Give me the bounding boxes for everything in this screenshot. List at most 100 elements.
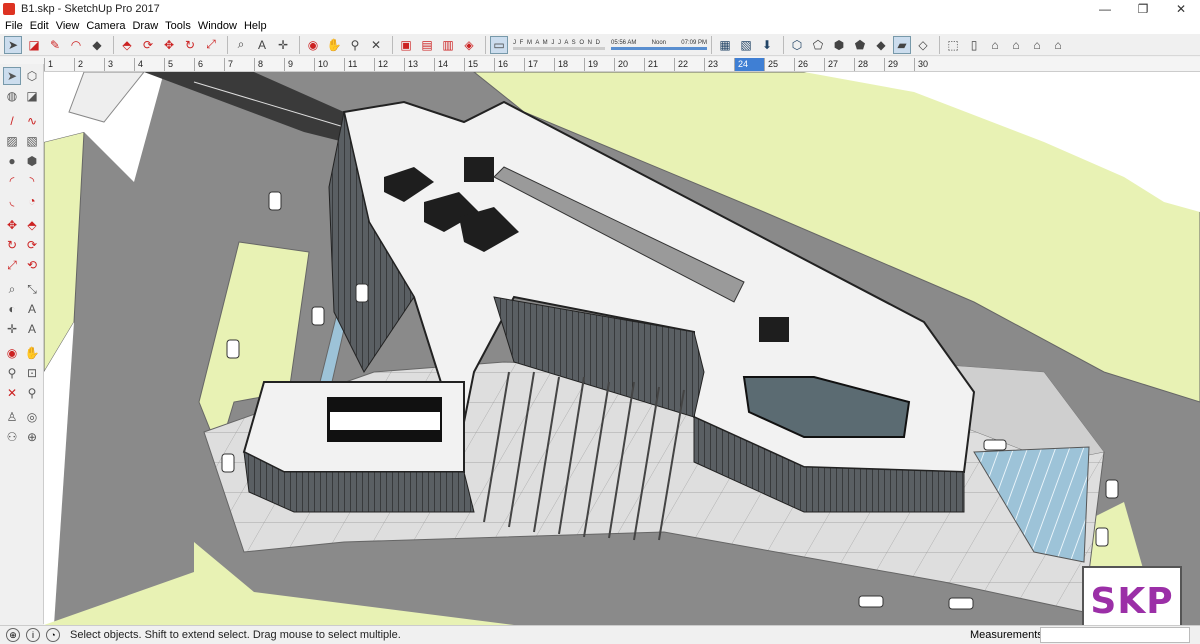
tape-measure-icon[interactable]: ⌕ bbox=[3, 280, 21, 298]
zoom-extents-icon[interactable]: ✕ bbox=[3, 384, 21, 402]
scale-icon[interactable]: ⤢ bbox=[3, 256, 21, 274]
scene-tab[interactable]: 30 bbox=[914, 57, 944, 71]
scene-tab[interactable]: 15 bbox=[464, 57, 494, 71]
previous-view-icon[interactable]: ⚲ bbox=[23, 384, 41, 402]
shaded-icon[interactable]: ◆ bbox=[872, 36, 890, 54]
push-pull-icon[interactable]: ⬘ bbox=[23, 216, 41, 234]
arc-icon[interactable]: ◜ bbox=[3, 172, 21, 190]
protractor-icon[interactable]: ◐ bbox=[3, 300, 21, 318]
line-icon[interactable]: / bbox=[3, 112, 21, 130]
scene-tab[interactable]: 8 bbox=[254, 57, 284, 71]
scene-tab[interactable]: 18 bbox=[554, 57, 584, 71]
menu-draw[interactable]: Draw bbox=[132, 20, 158, 32]
section-plane-icon[interactable]: ▦ bbox=[716, 36, 734, 54]
scene-tab[interactable]: 26 bbox=[794, 57, 824, 71]
scene-tab[interactable]: 20 bbox=[614, 57, 644, 71]
model-viewport[interactable] bbox=[44, 72, 1200, 625]
three-point-arc-icon[interactable]: ◟ bbox=[3, 192, 21, 210]
eraser-icon[interactable]: ◪ bbox=[25, 36, 43, 54]
rotate-tool-icon[interactable]: ↻ bbox=[181, 36, 199, 54]
close-button[interactable]: ✕ bbox=[1158, 0, 1200, 18]
push-pull-icon[interactable]: ⬘ bbox=[118, 36, 136, 54]
menu-tools[interactable]: Tools bbox=[165, 20, 191, 32]
section-cut-icon[interactable]: ⬇ bbox=[758, 36, 776, 54]
xray-style-icon[interactable]: ⬡ bbox=[788, 36, 806, 54]
two-point-arc-icon[interactable]: ◝ bbox=[23, 172, 41, 190]
dimension-icon[interactable]: ⤡ bbox=[23, 280, 41, 298]
warehouse-icon[interactable]: ▣ bbox=[397, 36, 415, 54]
follow-me-icon[interactable]: ⟳ bbox=[23, 236, 41, 254]
scene-tab[interactable]: 21 bbox=[644, 57, 674, 71]
share-model-icon[interactable]: ▤ bbox=[418, 36, 436, 54]
select-icon[interactable]: ➤ bbox=[3, 67, 21, 85]
rotated-rectangle-icon[interactable]: ▧ bbox=[23, 132, 41, 150]
scene-tab[interactable]: 11 bbox=[344, 57, 374, 71]
shape-tool-icon[interactable]: ◆ bbox=[88, 36, 106, 54]
scene-tab[interactable]: 29 bbox=[884, 57, 914, 71]
look-around-icon[interactable]: ◎ bbox=[23, 408, 41, 426]
orbit-icon[interactable]: ◉ bbox=[304, 36, 322, 54]
scene-tab[interactable]: 5 bbox=[164, 57, 194, 71]
pie-icon[interactable]: ◔ bbox=[23, 192, 41, 210]
eraser-icon[interactable]: ◪ bbox=[23, 87, 41, 105]
iso-view-icon[interactable]: ⬚ bbox=[944, 36, 962, 54]
line-tool-icon[interactable]: ✎ bbox=[46, 36, 64, 54]
circle-icon[interactable]: ● bbox=[3, 152, 21, 170]
move-icon[interactable]: ✥ bbox=[3, 216, 21, 234]
menu-camera[interactable]: Camera bbox=[86, 20, 125, 32]
back-view-icon[interactable]: ⌂ bbox=[1028, 36, 1046, 54]
shadow-month-slider[interactable]: J F M A M J J A S O N D bbox=[513, 39, 605, 50]
back-edges-icon[interactable]: ⬠ bbox=[809, 36, 827, 54]
menu-edit[interactable]: Edit bbox=[30, 20, 49, 32]
select-tool-icon[interactable]: ➤ bbox=[4, 35, 22, 54]
tape-measure-icon[interactable]: ⌕ bbox=[232, 36, 250, 54]
scene-tab[interactable]: 6 bbox=[194, 57, 224, 71]
extension-warehouse-icon[interactable]: ▥ bbox=[439, 36, 457, 54]
section-plane-icon[interactable]: ⊕ bbox=[23, 428, 41, 446]
left-view-icon[interactable]: ⌂ bbox=[1049, 36, 1067, 54]
right-view-icon[interactable]: ⌂ bbox=[1007, 36, 1025, 54]
move-tool-icon[interactable]: ✥ bbox=[160, 36, 178, 54]
zoom-icon[interactable]: ⚲ bbox=[346, 36, 364, 54]
shaded-textures-icon[interactable]: ▰ bbox=[893, 35, 911, 54]
text-tool-icon[interactable]: A bbox=[253, 36, 271, 54]
shadows-toggle-icon[interactable]: ▭ bbox=[490, 35, 508, 54]
scene-tab[interactable]: 22 bbox=[674, 57, 704, 71]
position-camera-icon[interactable]: ♙ bbox=[3, 408, 21, 426]
axes-icon[interactable]: ✛ bbox=[3, 320, 21, 338]
scene-tab[interactable]: 4 bbox=[134, 57, 164, 71]
scene-tab[interactable]: 17 bbox=[524, 57, 554, 71]
scene-tab[interactable]: 28 bbox=[854, 57, 884, 71]
scene-tab[interactable]: 24 bbox=[734, 57, 764, 71]
component-icon[interactable]: ⬡ bbox=[23, 67, 41, 85]
pan-icon[interactable]: ✋ bbox=[23, 344, 41, 362]
ruby-icon[interactable]: ◈ bbox=[460, 36, 478, 54]
orbit-icon[interactable]: ◉ bbox=[3, 344, 21, 362]
menu-view[interactable]: View bbox=[56, 20, 80, 32]
zoom-extents-icon[interactable]: ✕ bbox=[367, 36, 385, 54]
monochrome-icon[interactable]: ◇ bbox=[914, 36, 932, 54]
scene-tab[interactable]: 13 bbox=[404, 57, 434, 71]
zoom-icon[interactable]: ⚲ bbox=[3, 364, 21, 382]
shadow-settings[interactable]: J F M A M J J A S O N D 05:56 AM Noon 07… bbox=[513, 36, 707, 54]
scene-tab[interactable]: 9 bbox=[284, 57, 314, 71]
scene-tab[interactable]: 3 bbox=[104, 57, 134, 71]
scene-tab[interactable]: 7 bbox=[224, 57, 254, 71]
front-view-icon[interactable]: ⌂ bbox=[986, 36, 1004, 54]
scene-tab[interactable]: 12 bbox=[374, 57, 404, 71]
menu-help[interactable]: Help bbox=[244, 20, 267, 32]
scene-tab[interactable]: 1 bbox=[44, 57, 74, 71]
credits-icon[interactable]: i bbox=[26, 628, 40, 642]
geo-location-icon[interactable]: ⊕ bbox=[6, 628, 20, 642]
zoom-window-icon[interactable]: ⊡ bbox=[23, 364, 41, 382]
shadow-time-slider[interactable]: 05:56 AM Noon 07:09 PM bbox=[611, 39, 707, 50]
scene-tab[interactable]: 25 bbox=[764, 57, 794, 71]
follow-me-icon[interactable]: ⟳ bbox=[139, 36, 157, 54]
rectangle-icon[interactable]: ▨ bbox=[3, 132, 21, 150]
freehand-icon[interactable]: ∿ bbox=[23, 112, 41, 130]
scene-tab[interactable]: 2 bbox=[74, 57, 104, 71]
scene-tab[interactable]: 27 bbox=[824, 57, 854, 71]
wireframe-icon[interactable]: ⬢ bbox=[830, 36, 848, 54]
polygon-icon[interactable]: ⬢ bbox=[23, 152, 41, 170]
scene-tab[interactable]: 16 bbox=[494, 57, 524, 71]
